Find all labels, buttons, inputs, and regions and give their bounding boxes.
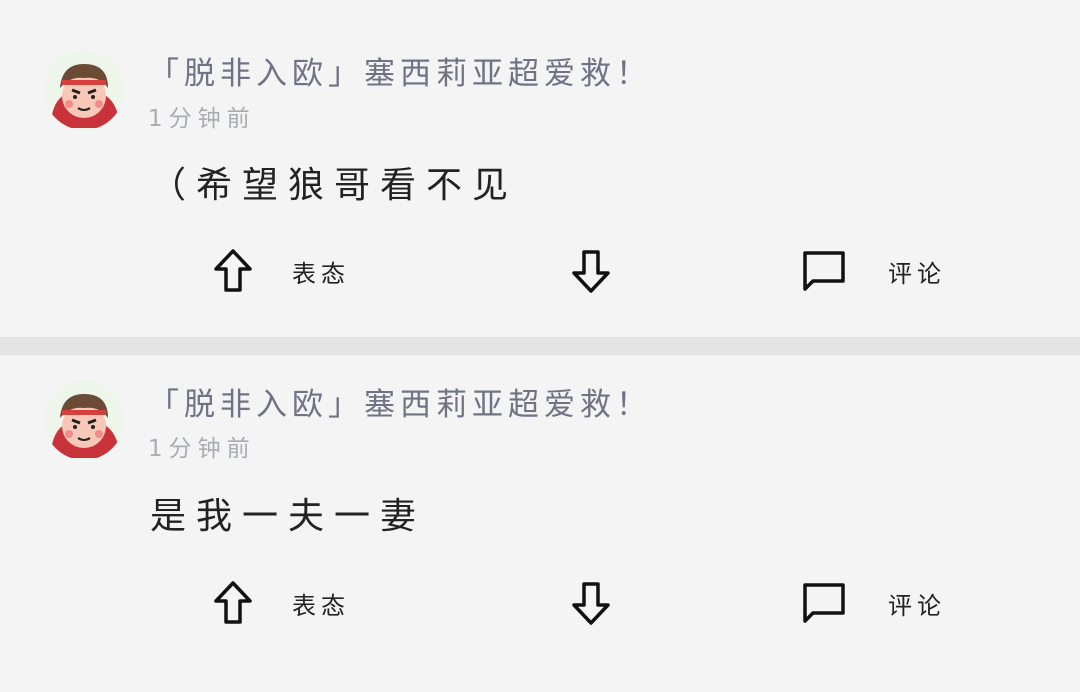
downvote-button[interactable]	[570, 248, 612, 294]
divider	[0, 337, 1080, 355]
arrow-down-outline-icon	[572, 582, 610, 625]
react-button[interactable]: 表态	[212, 580, 350, 626]
action-bar: 表态 评论	[0, 580, 1080, 630]
comment-label: 评论	[888, 591, 946, 620]
arrow-up-outline-icon	[214, 581, 252, 624]
comment-text: （希望狼哥看不见	[150, 165, 519, 206]
speech-bubble-icon	[803, 251, 845, 291]
arrow-up-outline-icon	[214, 249, 252, 292]
comment-card: 「脱非入欧」塞西莉亚超爱救！ 1分钟前 （希望狼哥看不见 表态 评论	[0, 0, 1080, 337]
comment-button[interactable]: 评论	[800, 580, 946, 626]
avatar-image	[44, 380, 124, 460]
avatar[interactable]	[44, 50, 124, 130]
timestamp: 1分钟前	[148, 436, 256, 462]
react-label: 表态	[292, 591, 350, 620]
arrow-down-outline-icon	[572, 250, 610, 293]
timestamp: 1分钟前	[148, 106, 256, 132]
avatar-image	[44, 50, 124, 130]
avatar[interactable]	[44, 380, 124, 460]
react-label: 表态	[292, 259, 350, 288]
username[interactable]: 「脱非入欧」塞西莉亚超爱救！	[148, 379, 652, 424]
downvote-button[interactable]	[570, 580, 612, 626]
comment-button[interactable]: 评论	[800, 248, 946, 294]
react-button[interactable]: 表态	[212, 248, 350, 294]
comment-label: 评论	[888, 259, 946, 288]
username[interactable]: 「脱非入欧」塞西莉亚超爱救！	[148, 48, 652, 93]
comment-text: 是我一夫一妻	[150, 496, 427, 537]
speech-bubble-icon	[803, 583, 845, 623]
comment-card: 「脱非入欧」塞西莉亚超爱救！ 1分钟前 是我一夫一妻 表态 评论	[0, 355, 1080, 692]
action-bar: 表态 评论	[0, 248, 1080, 298]
